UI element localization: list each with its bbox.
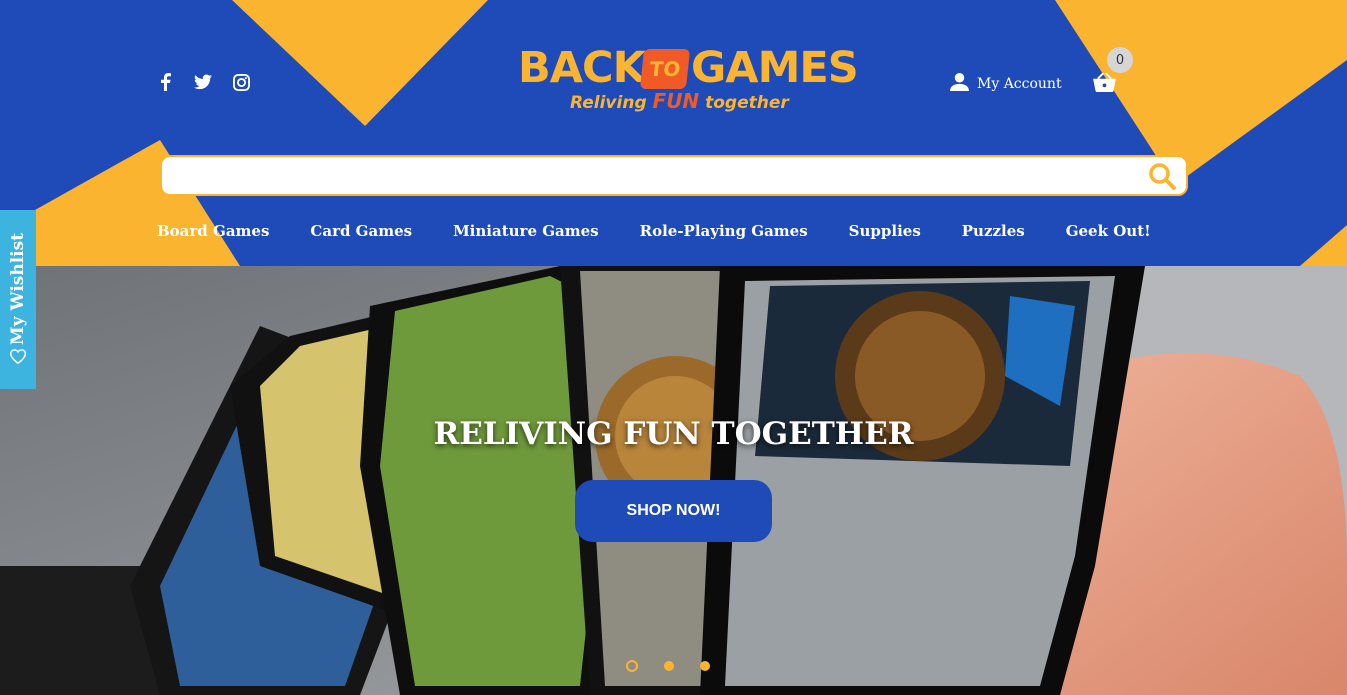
- my-wishlist-label: My Wishlist: [8, 232, 29, 345]
- nav-item-card-games[interactable]: Card Games: [310, 222, 412, 240]
- user-icon: [950, 73, 969, 95]
- logo-word-back: BACK: [518, 43, 646, 93]
- nav-item-miniature-games[interactable]: Miniature Games: [453, 222, 599, 240]
- site-logo[interactable]: BACK TO GAMES Reliving FUN together: [518, 43, 859, 115]
- category-nav: Board Games Card Games Miniature Games R…: [157, 222, 1151, 240]
- hero-title: RELIVING FUN TOGETHER: [433, 416, 914, 452]
- logo-tagline: Reliving FUN together: [570, 89, 789, 113]
- social-links: [155, 72, 251, 92]
- cart-count-badge: 0: [1107, 47, 1133, 73]
- slider-dot-3[interactable]: [700, 661, 710, 671]
- hero-slider: RELIVING FUN TOGETHER SHOP NOW!: [0, 266, 1347, 695]
- search-input[interactable]: [176, 157, 1140, 194]
- your-cart-link[interactable]: Your Cart: [1093, 72, 1192, 96]
- search-icon[interactable]: [1148, 162, 1176, 190]
- slider-dot-1[interactable]: [626, 660, 638, 672]
- my-account-label: My Account: [977, 76, 1062, 92]
- your-cart-label: Your Cart: [1124, 76, 1192, 93]
- site-header: BACK TO GAMES Reliving FUN together My A…: [0, 0, 1347, 266]
- my-wishlist-tab[interactable]: My Wishlist: [0, 210, 36, 389]
- instagram-icon[interactable]: [231, 72, 251, 92]
- tagline-fun: FUN: [652, 89, 700, 113]
- slider-dots: [626, 660, 710, 672]
- nav-item-puzzles[interactable]: Puzzles: [962, 222, 1025, 240]
- tagline-post: together: [699, 93, 789, 113]
- heart-icon: [9, 348, 27, 369]
- search-bar: [160, 155, 1188, 196]
- tagline-pre: Reliving: [570, 93, 653, 113]
- slider-dot-2[interactable]: [664, 661, 674, 671]
- logo-die-icon: TO: [639, 49, 691, 89]
- twitter-icon[interactable]: [193, 72, 213, 92]
- logo-word-games: GAMES: [691, 43, 859, 93]
- basket-icon: [1093, 72, 1116, 96]
- facebook-icon[interactable]: [155, 72, 175, 92]
- nav-item-geek-out[interactable]: Geek Out!: [1066, 222, 1151, 240]
- nav-item-role-playing-games[interactable]: Role-Playing Games: [640, 222, 808, 240]
- nav-item-board-games[interactable]: Board Games: [157, 222, 269, 240]
- shop-now-button[interactable]: SHOP NOW!: [575, 480, 772, 542]
- my-account-link[interactable]: My Account: [950, 73, 1062, 95]
- nav-item-supplies[interactable]: Supplies: [849, 222, 921, 240]
